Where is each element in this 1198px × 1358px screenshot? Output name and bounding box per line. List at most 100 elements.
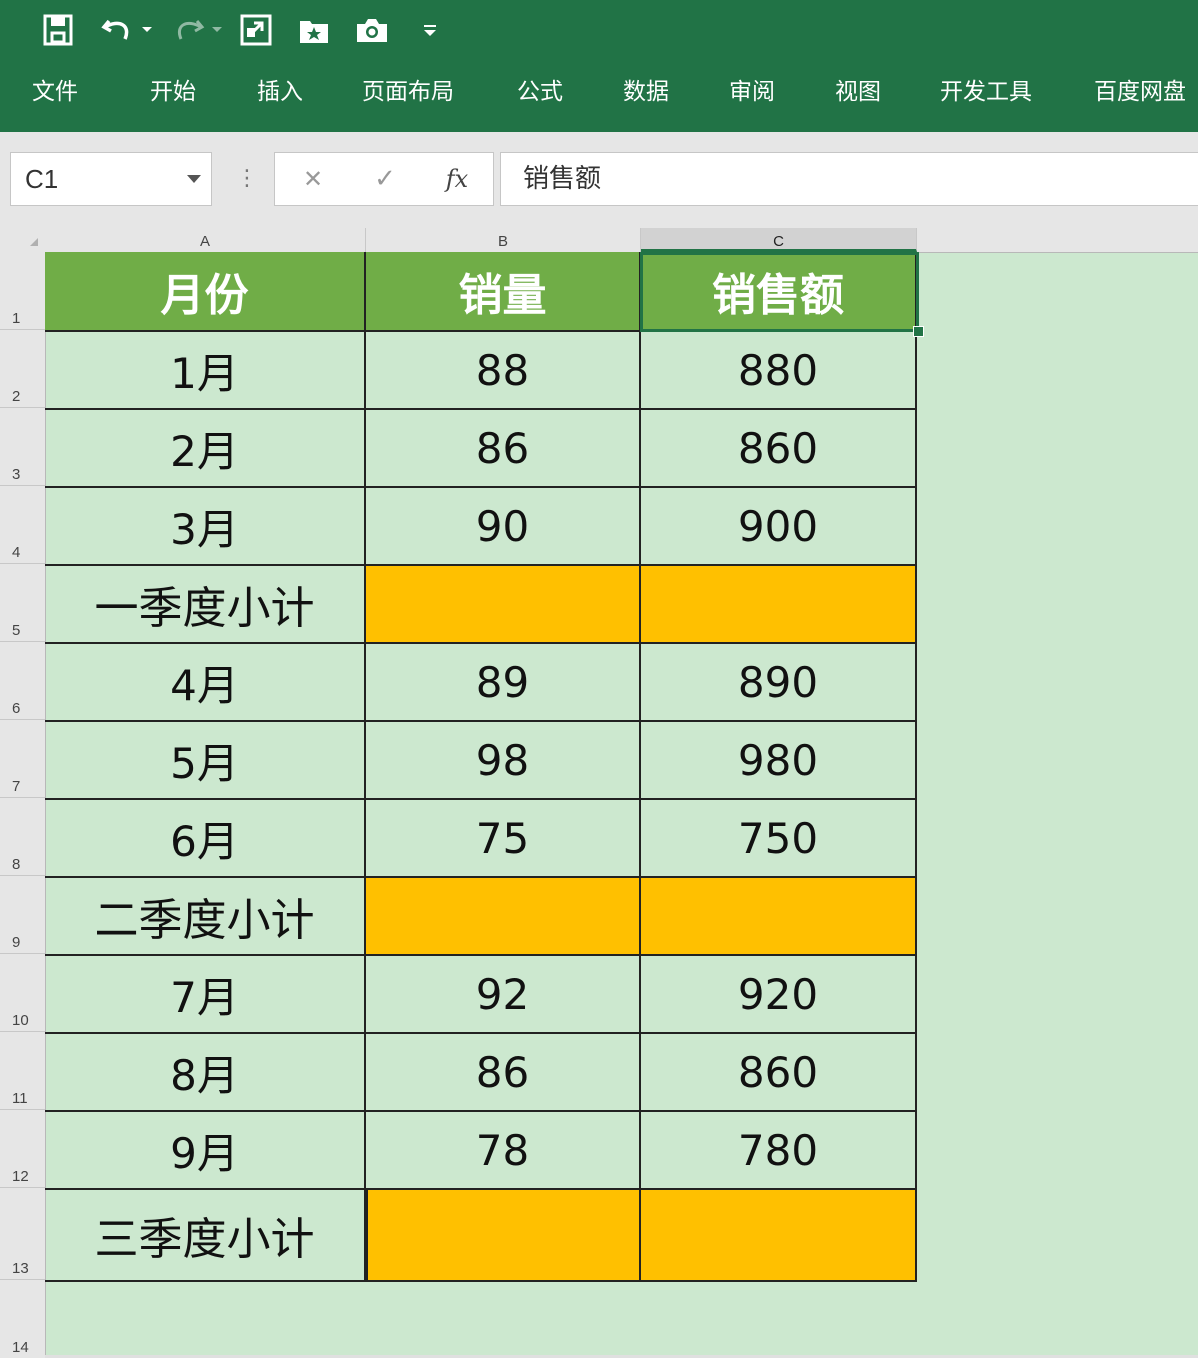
camera-icon[interactable] — [352, 10, 392, 50]
row-header[interactable]: 4 — [0, 486, 45, 564]
tab-home[interactable]: 开始 — [150, 68, 196, 116]
star-folder-icon[interactable] — [294, 10, 334, 50]
row-header[interactable]: 12 — [0, 1110, 45, 1188]
undo-dropdown-icon[interactable] — [138, 10, 156, 50]
cell-month[interactable]: 3月 — [45, 488, 366, 566]
tab-developer[interactable]: 开发工具 — [940, 68, 1032, 116]
formula-input[interactable]: 销售额 — [500, 152, 1198, 206]
cell-a1[interactable]: 月份 — [45, 252, 366, 332]
cell-b1[interactable]: 销量 — [366, 252, 641, 332]
tab-review[interactable]: 审阅 — [729, 68, 775, 116]
row-header[interactable]: 9 — [0, 876, 45, 954]
row-header[interactable]: 11 — [0, 1032, 45, 1110]
tab-insert[interactable]: 插入 — [257, 68, 303, 116]
worksheet[interactable]: 月份 销量 销售额 1月 88 880 2月 86 860 3月 90 900 … — [45, 252, 1198, 1358]
cell-qty[interactable]: 90 — [366, 488, 641, 566]
row-header[interactable]: 2 — [0, 330, 45, 408]
cell-qty[interactable]: 92 — [366, 956, 641, 1034]
tab-formulas[interactable]: 公式 — [517, 68, 563, 116]
row-number: 12 — [12, 1168, 29, 1185]
cell-month[interactable]: 4月 — [45, 644, 366, 722]
chevron-down-icon[interactable] — [187, 175, 201, 183]
undo-icon[interactable] — [98, 10, 138, 50]
row-number: 2 — [12, 388, 21, 405]
cell-qty[interactable]: 88 — [366, 332, 641, 410]
cell-q3-qty-subtotal[interactable] — [366, 1190, 641, 1282]
cell-month[interactable]: 5月 — [45, 722, 366, 800]
row-number: 14 — [12, 1339, 29, 1356]
cell-sales[interactable]: 980 — [641, 722, 917, 800]
cell-month[interactable]: 6月 — [45, 800, 366, 878]
row-number: 13 — [12, 1260, 29, 1277]
cell-month[interactable]: 9月 — [45, 1112, 366, 1190]
row-header[interactable]: 1 — [0, 252, 45, 330]
cell-sales[interactable]: 860 — [641, 1034, 917, 1112]
row-number: 9 — [12, 934, 21, 951]
fill-handle[interactable] — [913, 326, 924, 337]
cell-q1-subtotal-label[interactable]: 一季度小计 — [45, 566, 366, 644]
column-header-a[interactable]: A — [45, 228, 366, 252]
ribbon: 文件 开始 插入 页面布局 公式 数据 审阅 视图 开发工具 百度网盘 — [0, 0, 1198, 132]
cell-q2-sales-subtotal[interactable] — [641, 878, 917, 956]
row-header[interactable]: 5 — [0, 564, 45, 642]
cell-month[interactable]: 7月 — [45, 956, 366, 1034]
row-header[interactable]: 6 — [0, 642, 45, 720]
row-headers: 1 2 3 4 5 6 7 8 9 10 11 12 13 14 — [0, 252, 46, 1358]
column-header-c[interactable]: C — [641, 228, 917, 252]
insert-function-icon[interactable]: fx — [437, 153, 477, 205]
row-header[interactable]: 7 — [0, 720, 45, 798]
cell-sales[interactable]: 780 — [641, 1112, 917, 1190]
tab-view[interactable]: 视图 — [835, 68, 881, 116]
cell-month[interactable]: 1月 — [45, 332, 366, 410]
ribbon-tabs: 文件 开始 插入 页面布局 公式 数据 审阅 视图 开发工具 百度网盘 — [0, 68, 1198, 116]
row-header[interactable]: 8 — [0, 798, 45, 876]
row-header[interactable]: 10 — [0, 954, 45, 1032]
tab-data[interactable]: 数据 — [623, 68, 669, 116]
cell-month[interactable]: 8月 — [45, 1034, 366, 1112]
cell-sales[interactable]: 920 — [641, 956, 917, 1034]
redo-dropdown-icon[interactable] — [208, 10, 226, 50]
cell-qty[interactable]: 89 — [366, 644, 641, 722]
cell-qty[interactable]: 86 — [366, 410, 641, 488]
cancel-icon[interactable]: ✕ — [295, 153, 331, 205]
tab-page-layout[interactable]: 页面布局 — [362, 68, 454, 116]
select-all-corner[interactable] — [0, 228, 45, 252]
cell-qty[interactable]: 75 — [366, 800, 641, 878]
cell-sales[interactable]: 860 — [641, 410, 917, 488]
name-box[interactable]: C1 — [10, 152, 212, 206]
column-headers: A B C — [0, 228, 1198, 253]
row-number: 10 — [12, 1012, 29, 1029]
cell-q2-qty-subtotal[interactable] — [366, 878, 641, 956]
save-icon[interactable] — [38, 10, 78, 50]
cell-c1[interactable]: 销售额 — [641, 252, 917, 332]
column-header-b[interactable]: B — [366, 228, 641, 252]
formula-bar-buttons: ✕ ✓ fx — [274, 152, 494, 206]
tab-baidu-netdisk[interactable]: 百度网盘 — [1094, 68, 1186, 116]
cell-q1-sales-subtotal[interactable] — [641, 566, 917, 644]
cell-sales[interactable]: 890 — [641, 644, 917, 722]
tab-file[interactable]: 文件 — [32, 68, 78, 116]
row-header[interactable]: 3 — [0, 408, 45, 486]
row-number: 11 — [12, 1090, 28, 1107]
image-export-icon[interactable] — [236, 10, 276, 50]
customize-dropdown-icon[interactable] — [418, 10, 442, 50]
cell-qty[interactable]: 86 — [366, 1034, 641, 1112]
cell-q3-sales-subtotal[interactable] — [641, 1190, 917, 1282]
cell-q1-qty-subtotal[interactable] — [366, 566, 641, 644]
cell-month[interactable]: 2月 — [45, 410, 366, 488]
cell-qty[interactable]: 98 — [366, 722, 641, 800]
cell-q2-subtotal-label[interactable]: 二季度小计 — [45, 878, 366, 956]
row-number: 3 — [12, 466, 21, 483]
row-header[interactable]: 13 — [0, 1188, 45, 1280]
formula-bar-resize-handle[interactable]: ⋮ — [236, 163, 258, 195]
cell-sales[interactable]: 750 — [641, 800, 917, 878]
cell-q3-subtotal-label[interactable]: 三季度小计 — [45, 1190, 366, 1282]
enter-icon[interactable]: ✓ — [367, 153, 403, 205]
row-header[interactable]: 14 — [0, 1280, 45, 1358]
cell-qty[interactable]: 78 — [366, 1112, 641, 1190]
cell-sales[interactable]: 880 — [641, 332, 917, 410]
row-number: 7 — [12, 778, 21, 795]
select-all-triangle-icon — [30, 238, 38, 246]
cell-sales[interactable]: 900 — [641, 488, 917, 566]
redo-icon[interactable] — [168, 10, 208, 50]
